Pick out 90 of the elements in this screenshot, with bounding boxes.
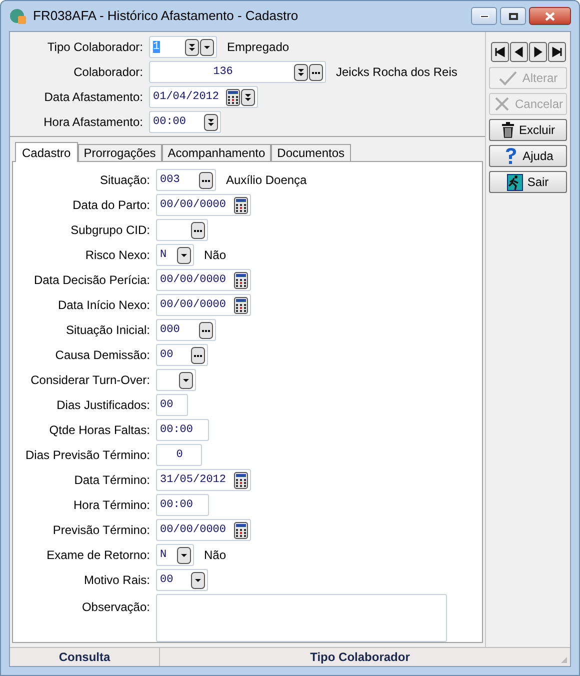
calendar-icon[interactable] xyxy=(234,522,248,538)
action-button[interactable]: Sair xyxy=(489,171,567,193)
last-record-button[interactable] xyxy=(548,42,566,62)
field-description: Jeicks Rocha dos Reis xyxy=(336,64,458,81)
check-icon xyxy=(498,70,518,86)
cross-icon xyxy=(492,96,511,112)
field-label: Risco Nexo: xyxy=(84,247,150,264)
ellipsis-button[interactable] xyxy=(199,172,213,188)
field-label: Situação: xyxy=(98,172,150,189)
calendar-icon[interactable] xyxy=(226,88,240,106)
calendar-icon[interactable] xyxy=(234,272,248,288)
dropdown-button[interactable] xyxy=(177,246,191,264)
field-label: Hora Término: xyxy=(72,497,150,514)
field-label: Observação: xyxy=(80,599,150,616)
input-field[interactable] xyxy=(156,219,208,241)
ellipsis-button[interactable] xyxy=(191,222,205,238)
input-field[interactable]: 00/00/0000 xyxy=(156,519,251,541)
field-label: Data do Parto: xyxy=(72,197,150,214)
input-field[interactable]: N xyxy=(156,544,194,566)
input-field[interactable]: 0 xyxy=(156,444,202,466)
first-record-button[interactable] xyxy=(490,42,508,62)
ellipsis-button[interactable] xyxy=(309,64,323,80)
trash-icon xyxy=(500,122,515,138)
spin-button[interactable] xyxy=(294,64,308,80)
field-label: Causa Demissão: xyxy=(54,347,150,364)
field-label: Exame de Retorno: xyxy=(46,547,150,564)
field-description: Auxílio Doença xyxy=(226,172,307,189)
calendar-icon[interactable] xyxy=(234,296,248,314)
field-description: Não xyxy=(204,247,226,264)
close-button[interactable] xyxy=(529,7,571,25)
field-label: Data Afastamento: xyxy=(43,89,143,106)
ellipsis-button[interactable] xyxy=(199,322,213,338)
dropdown-button[interactable] xyxy=(191,572,205,588)
field-description: Não xyxy=(204,547,226,564)
dropdown-button[interactable] xyxy=(177,546,191,564)
input-field[interactable]: 00 xyxy=(156,569,208,591)
calendar-icon[interactable] xyxy=(234,196,248,214)
field-label: Dias Previsão Término: xyxy=(24,447,150,464)
close-icon xyxy=(545,12,555,20)
field-label: Subgrupo CID: xyxy=(70,222,150,239)
input-field[interactable]: 003 xyxy=(156,169,216,191)
action-button[interactable]: Excluir xyxy=(489,119,567,141)
input-field[interactable]: 31/05/2012 xyxy=(156,469,251,491)
input-field[interactable]: 00:00 xyxy=(156,419,209,441)
field-label: Considerar Turn-Over: xyxy=(30,372,150,389)
ellipsis-button[interactable] xyxy=(191,346,205,364)
dropdown-button[interactable] xyxy=(200,38,214,56)
input-field[interactable]: 00 xyxy=(156,344,208,366)
input-field[interactable]: 000 xyxy=(156,319,216,341)
spin-button[interactable] xyxy=(204,114,218,130)
field-label: Qtde Horas Faltas: xyxy=(48,422,150,439)
input-field[interactable]: 00/00/0000 xyxy=(156,294,251,316)
input-field[interactable]: 00/00/0000 xyxy=(156,194,251,216)
tab[interactable]: Prorrogações xyxy=(78,144,162,161)
field-label: Previsão Término: xyxy=(52,522,150,539)
field-label: Data Decisão Perícia: xyxy=(32,272,150,289)
field-label: Motivo Rais: xyxy=(82,572,150,589)
input-field[interactable]: 00:00 xyxy=(156,494,209,516)
maximize-button[interactable] xyxy=(500,7,526,25)
field-label: Dias Justificados: xyxy=(56,397,150,414)
calendar-icon[interactable] xyxy=(234,472,248,488)
input-field[interactable]: 01/04/2012 xyxy=(149,86,258,108)
input-field[interactable]: 00 xyxy=(156,394,188,416)
input-field[interactable] xyxy=(156,369,196,391)
tab[interactable]: Cadastro xyxy=(15,142,78,162)
input-field[interactable]: 136 xyxy=(149,61,326,83)
spin-button[interactable] xyxy=(241,88,255,106)
input-field[interactable]: 00:00 xyxy=(149,111,221,133)
memo-field[interactable] xyxy=(156,594,447,642)
field-label: Colaborador: xyxy=(72,64,143,81)
action-button[interactable]: Ajuda xyxy=(489,145,567,167)
status-text: Consulta xyxy=(58,649,110,666)
input-field[interactable]: 00/00/0000 xyxy=(156,269,251,291)
window-title: FR038AFA - Histórico Afastamento - Cadastro xyxy=(33,7,298,26)
dropdown-button[interactable] xyxy=(179,372,193,388)
tab[interactable]: Documentos xyxy=(271,144,351,161)
next-record-button[interactable] xyxy=(528,42,546,62)
previous-record-button[interactable] xyxy=(510,42,528,62)
field-label: Situação Inicial: xyxy=(64,322,150,339)
tab[interactable]: Acompanhamento xyxy=(162,144,272,161)
field-label: Hora Afastamento: xyxy=(42,114,143,131)
app-icon xyxy=(9,7,27,25)
status-text: Tipo Colaborador xyxy=(310,649,410,666)
spin-button[interactable] xyxy=(185,38,199,56)
field-description: Empregado xyxy=(227,39,290,56)
input-field[interactable]: N xyxy=(156,244,194,266)
field-label: Tipo Colaborador: xyxy=(46,39,143,56)
running-figure-icon xyxy=(507,174,524,190)
field-label: Data Início Nexo: xyxy=(56,297,150,314)
field-label: Data Término: xyxy=(73,472,150,489)
